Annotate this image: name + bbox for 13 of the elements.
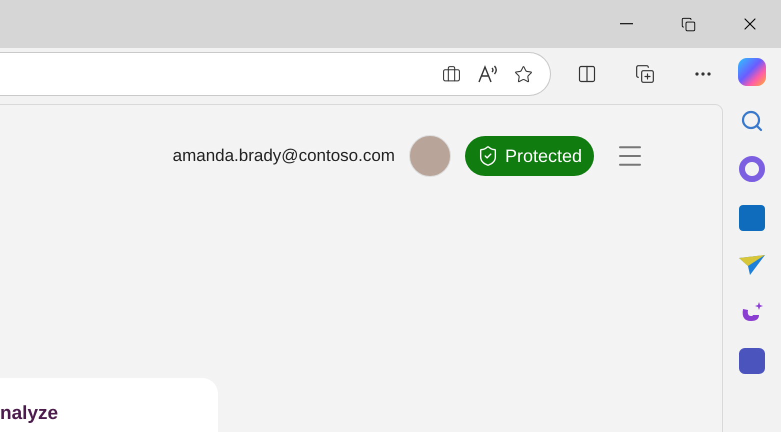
collections-icon <box>635 64 655 84</box>
account-email: amanda.brady@contoso.com <box>172 145 395 168</box>
favorite-star-icon <box>514 64 533 84</box>
split-screen-icon <box>577 64 597 84</box>
search-icon[interactable] <box>740 109 764 133</box>
briefcase-icon <box>442 64 461 84</box>
read-aloud-icon <box>477 64 499 84</box>
more-icon <box>695 72 711 76</box>
restore-icon <box>680 16 696 32</box>
paper-plane-icon[interactable] <box>738 254 766 276</box>
card-heading: nalyze <box>0 404 58 423</box>
minimize-icon <box>620 23 632 25</box>
protected-badge[interactable]: Protected <box>464 136 594 176</box>
